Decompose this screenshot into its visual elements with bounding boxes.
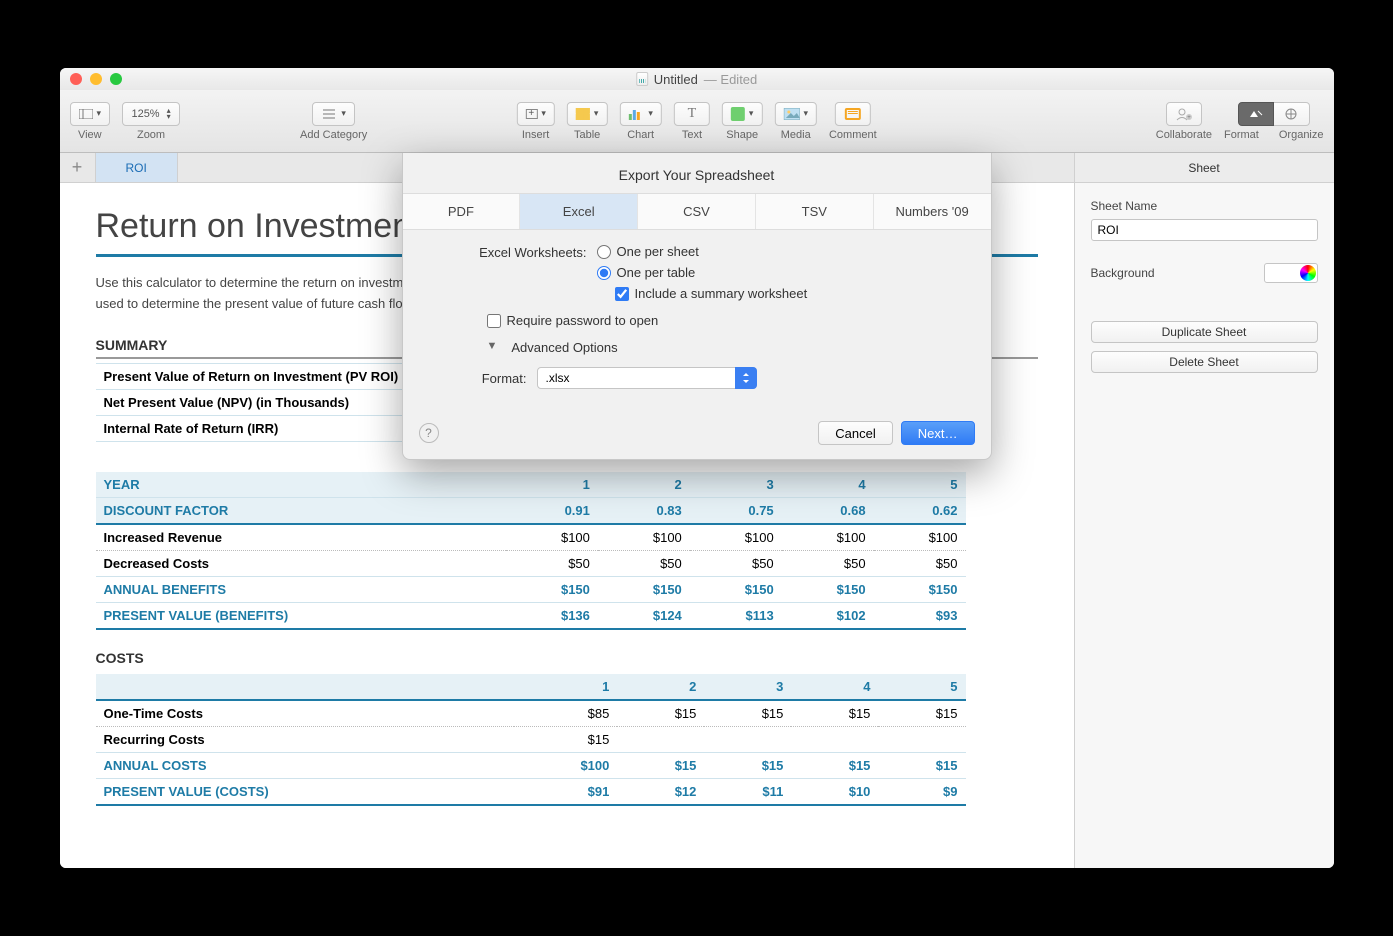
app-window: Untitled — Edited ▾ View 125%▴▾ Zoom ▾ (60, 68, 1334, 868)
document-edited-badge: — Edited (704, 72, 757, 87)
table-button[interactable]: ▾ (567, 102, 608, 126)
sheet-name-label: Sheet Name (1091, 199, 1318, 213)
next-button[interactable]: Next… (901, 421, 975, 445)
export-dialog: Export Your Spreadsheet PDF Excel CSV TS… (402, 153, 992, 460)
tab-csv[interactable]: CSV (638, 194, 756, 229)
add-category-button[interactable]: ▾ (312, 102, 355, 126)
disclosure-triangle-icon[interactable]: ▼ (487, 340, 498, 352)
window-close-button[interactable] (70, 73, 82, 85)
add-sheet-button[interactable]: + (60, 153, 96, 182)
media-button[interactable]: ▾ (774, 102, 817, 126)
document-title: Untitled (654, 72, 698, 87)
format-button[interactable] (1238, 102, 1274, 126)
advanced-options-label[interactable]: Advanced Options (511, 340, 617, 355)
color-picker-icon[interactable] (1300, 265, 1316, 281)
help-button[interactable]: ? (419, 423, 439, 443)
sheet-name-input[interactable] (1091, 219, 1318, 241)
delete-sheet-button[interactable]: Delete Sheet (1091, 351, 1318, 373)
dialog-tabs: PDF Excel CSV TSV Numbers '09 (403, 193, 991, 230)
tab-tsv[interactable]: TSV (756, 194, 874, 229)
cancel-button[interactable]: Cancel (818, 421, 892, 445)
duplicate-sheet-button[interactable]: Duplicate Sheet (1091, 321, 1318, 343)
document-icon (636, 72, 648, 86)
background-label: Background (1091, 266, 1155, 280)
costs-heading: COSTS (96, 650, 1038, 670)
require-password-checkbox[interactable]: Require password to open (487, 313, 659, 328)
costs-table[interactable]: 12345 One-Time Costs$85$15$15$15$15 Recu… (96, 674, 966, 806)
one-per-sheet-radio[interactable]: One per sheet (597, 244, 808, 259)
chart-button[interactable]: ▾ (619, 102, 662, 126)
inspector-tab-sheet[interactable]: Sheet (1074, 153, 1334, 183)
collaborate-button[interactable]: + (1166, 102, 1202, 126)
inspector-panel: Sheet Name Background Duplicate Sheet De… (1074, 183, 1334, 868)
background-color-well[interactable] (1264, 263, 1318, 283)
svg-text:+: + (1187, 115, 1191, 121)
select-arrow-icon (735, 367, 757, 389)
text-button[interactable]: T (674, 102, 710, 126)
view-label: View (78, 129, 102, 141)
tab-pdf[interactable]: PDF (403, 194, 521, 229)
add-category-label: Add Category (300, 129, 367, 141)
format-select[interactable]: .xlsx (537, 367, 757, 389)
comment-button[interactable] (835, 102, 871, 126)
benefits-table[interactable]: YEAR12345 DISCOUNT FACTOR0.910.830.750.6… (96, 472, 966, 630)
shape-button[interactable]: ▾ (722, 102, 763, 126)
toolbar: ▾ View 125%▴▾ Zoom ▾ Add Category +▾Inse… (60, 90, 1334, 153)
titlebar: Untitled — Edited (60, 68, 1334, 90)
insert-button[interactable]: +▾ (516, 102, 555, 126)
format-label: Format: (427, 370, 527, 386)
view-button[interactable]: ▾ (70, 102, 111, 126)
zoom-label: Zoom (137, 129, 165, 141)
zoom-select[interactable]: 125%▴▾ (122, 102, 180, 126)
sheet-tab-roi[interactable]: ROI (96, 153, 178, 182)
one-per-table-radio[interactable]: One per table (597, 265, 808, 280)
window-minimize-button[interactable] (90, 73, 102, 85)
tab-numbers09[interactable]: Numbers '09 (874, 194, 991, 229)
window-zoom-button[interactable] (110, 73, 122, 85)
tab-excel[interactable]: Excel (520, 194, 638, 229)
include-summary-checkbox[interactable]: Include a summary worksheet (615, 286, 808, 301)
organize-button[interactable] (1274, 102, 1310, 126)
worksheets-label: Excel Worksheets: (427, 244, 587, 260)
dialog-title: Export Your Spreadsheet (403, 153, 991, 193)
